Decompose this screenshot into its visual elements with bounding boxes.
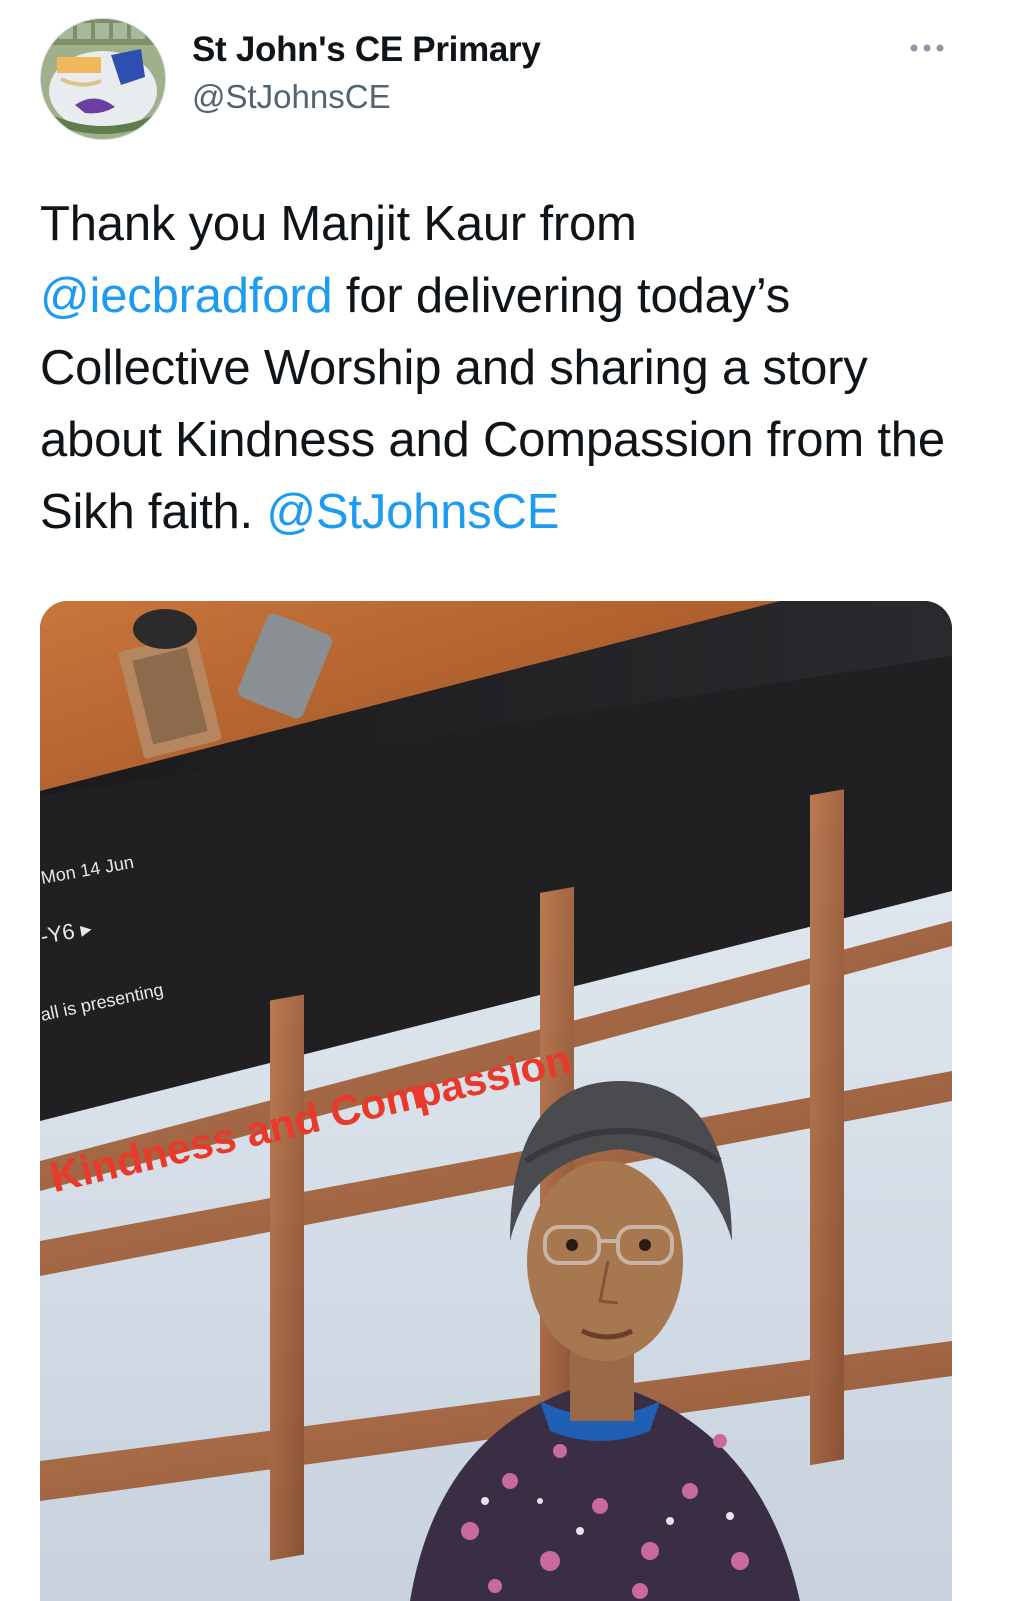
school-logo-image xyxy=(41,19,165,139)
avatar[interactable] xyxy=(40,18,166,140)
account-handle[interactable]: @StJohnsCE xyxy=(192,78,391,116)
tweet-card: St John's CE Primary @StJohnsCE Thank yo… xyxy=(0,0,1012,1601)
mention-link-stjohnsce[interactable]: @StJohnsCE xyxy=(266,485,559,539)
account-name[interactable]: St John's CE Primary xyxy=(192,30,541,70)
more-options-button[interactable] xyxy=(904,30,950,66)
mention-link-iecbradford[interactable]: @iecbradford xyxy=(40,269,333,323)
tweet-text: Thank you Manjit Kaur from @iecbradford f… xyxy=(40,188,970,548)
more-horizontal-icon xyxy=(910,44,944,52)
photo-of-screen: Mon 14 Jun -Y6 ▸ all is presenting Kindn… xyxy=(40,601,952,1601)
tweet-text-part-1: Thank you Manjit Kaur from xyxy=(40,197,637,251)
tweet-photo[interactable]: Mon 14 Jun -Y6 ▸ all is presenting Kindn… xyxy=(40,601,952,1601)
